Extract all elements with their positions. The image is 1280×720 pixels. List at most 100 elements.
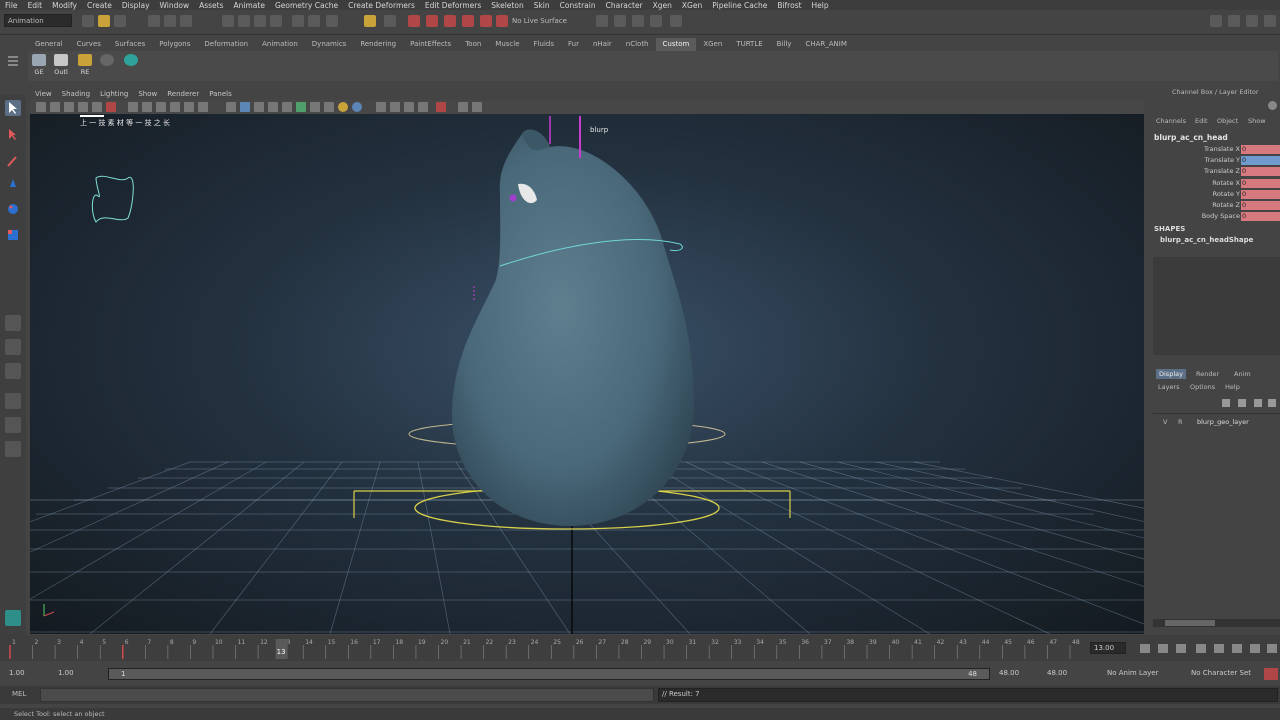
outliner-layout-icon[interactable] [5,363,21,379]
menu-character[interactable]: Character [601,1,648,10]
edit-menu[interactable]: Edit [1195,117,1208,125]
anim-layer-dropdown[interactable]: No Anim Layer [1104,668,1176,680]
attr-value-field[interactable]: 0 [1241,212,1280,222]
shelf-tab-deformation[interactable]: Deformation [197,38,255,51]
shadows-icon[interactable] [282,102,292,112]
shelf-tab-painteffects[interactable]: PaintEffects [403,38,458,51]
menu-edit[interactable]: Edit [23,1,48,10]
resolution-gate-icon[interactable] [128,102,138,112]
character-body-mesh[interactable] [451,129,694,526]
snap-grid-icon[interactable] [222,15,234,27]
shelf-tab-surfaces[interactable]: Surfaces [108,38,152,51]
shelf-tab-custom[interactable]: Custom [655,38,697,51]
image-plane-icon[interactable] [78,102,88,112]
attr-label[interactable]: Translate Y [1204,156,1240,164]
magnet-snap-icon[interactable] [408,15,420,27]
attr-value-field[interactable]: 0 [1241,167,1280,177]
ipr-render-icon[interactable] [632,15,644,27]
layer-up-icon[interactable] [1254,399,1262,407]
perspective-viewport[interactable]: blurp 上 一 技 素 材 等 一 技 之 长 [30,114,1144,634]
select-object-icon[interactable] [164,15,176,27]
xgen-toolbox-icon[interactable] [5,610,21,626]
scale-tool-icon[interactable] [5,227,21,243]
shelf-script-icon[interactable] [98,54,116,80]
wireframe-icon[interactable] [198,102,208,112]
script-layout-icon[interactable] [5,441,21,457]
shelf-tab-animation[interactable]: Animation [255,38,305,51]
channels-menu[interactable]: Channels [1156,117,1186,125]
step-forward-key-icon[interactable] [1250,644,1260,653]
render-view-icon[interactable] [596,15,608,27]
shelf-tab-xgen[interactable]: XGen [696,38,729,51]
layer-visibility[interactable]: V [1163,418,1167,426]
attr-value-field[interactable]: 0 [1241,145,1280,154]
xray-active-icon[interactable] [404,102,414,112]
shelf-tab-fur[interactable]: Fur [561,38,586,51]
shelf-tab-billy[interactable]: Billy [770,38,799,51]
eye-locator[interactable] [509,194,517,202]
shelf-tab-curves[interactable]: Curves [70,38,108,51]
layer-row[interactable]: V R blurp_geo_layer [1153,415,1280,429]
channel-box-settings-icon[interactable] [1268,101,1277,110]
step-forward-frame-icon[interactable] [1232,644,1242,653]
shelf-menu-icon[interactable] [6,40,20,80]
isolate-select-icon[interactable] [352,102,362,112]
object-menu[interactable]: Object [1217,117,1238,125]
shelf-tab-turtle[interactable]: TURTLE [729,38,769,51]
select-component-icon[interactable] [180,15,192,27]
graph-layout-icon[interactable] [5,393,21,409]
shelf-tab-dynamics[interactable]: Dynamics [305,38,354,51]
xray-icon[interactable] [376,102,386,112]
snap-plane-icon[interactable] [270,15,282,27]
lasso-tool-icon[interactable] [5,127,21,143]
select-tool-icon[interactable] [5,100,21,116]
snap-center-icon[interactable] [496,15,508,27]
tab-display[interactable]: Display [1156,369,1186,379]
shelf-tab-fluids[interactable]: Fluids [527,38,561,51]
gamma-icon[interactable] [436,102,446,112]
safe-action-icon[interactable] [170,102,180,112]
tool-settings-icon[interactable] [1228,15,1240,27]
menu-pipeline-cache[interactable]: Pipeline Cache [707,1,772,10]
rotate-tool-icon[interactable] [5,201,21,217]
play-forward-icon[interactable] [1214,644,1224,653]
screen-space-ao-icon[interactable] [296,102,306,112]
viewport-menu-shading[interactable]: Shading [57,90,95,98]
grid-toggle-icon[interactable] [92,102,102,112]
menu-create[interactable]: Create [82,1,117,10]
menu-animate[interactable]: Animate [229,1,270,10]
attr-value-field[interactable]: 0 [1241,178,1280,188]
channel-box-icon[interactable] [1246,15,1258,27]
layer-down-icon[interactable] [1268,399,1276,407]
use-lights-icon[interactable] [268,102,278,112]
depth-of-field-icon[interactable] [338,102,348,112]
shelf-tab-muscle[interactable]: Muscle [488,38,526,51]
hypershade-icon[interactable] [670,15,682,27]
attr-label[interactable]: Rotate Z [1212,201,1240,209]
four-view-layout-icon[interactable] [5,339,21,355]
snap-align-icon[interactable] [444,15,456,27]
current-frame-field[interactable]: 13.00 [1090,642,1126,654]
wireframe-on-shaded-icon[interactable] [240,102,250,112]
viewport-menu-renderer[interactable]: Renderer [162,90,204,98]
attr-label[interactable]: Body Space [1202,212,1240,220]
command-input[interactable] [40,688,654,702]
play-backwards-icon[interactable] [1196,644,1206,653]
character-set-dropdown[interactable]: No Character Set [1188,668,1262,680]
select-hierarchy-icon[interactable] [148,15,160,27]
tab-anim[interactable]: Anim [1234,370,1251,378]
menu-skin[interactable]: Skin [529,1,555,10]
menu-geometry-cache[interactable]: Geometry Cache [270,1,343,10]
menu-window[interactable]: Window [155,1,195,10]
field-chart-icon[interactable] [156,102,166,112]
menu-bifrost[interactable]: Bifrost [772,1,806,10]
output-icon[interactable] [384,15,396,27]
menu-constrain[interactable]: Constrain [555,1,601,10]
move-tool-icon[interactable] [5,177,21,193]
shelf-tab-toon[interactable]: Toon [458,38,488,51]
tab-render[interactable]: Render [1196,370,1219,378]
attr-label[interactable]: Translate Z [1204,167,1240,175]
camera-attributes-icon[interactable] [50,102,60,112]
menu-assets[interactable]: Assets [194,1,228,10]
paint-select-icon[interactable] [5,153,21,169]
